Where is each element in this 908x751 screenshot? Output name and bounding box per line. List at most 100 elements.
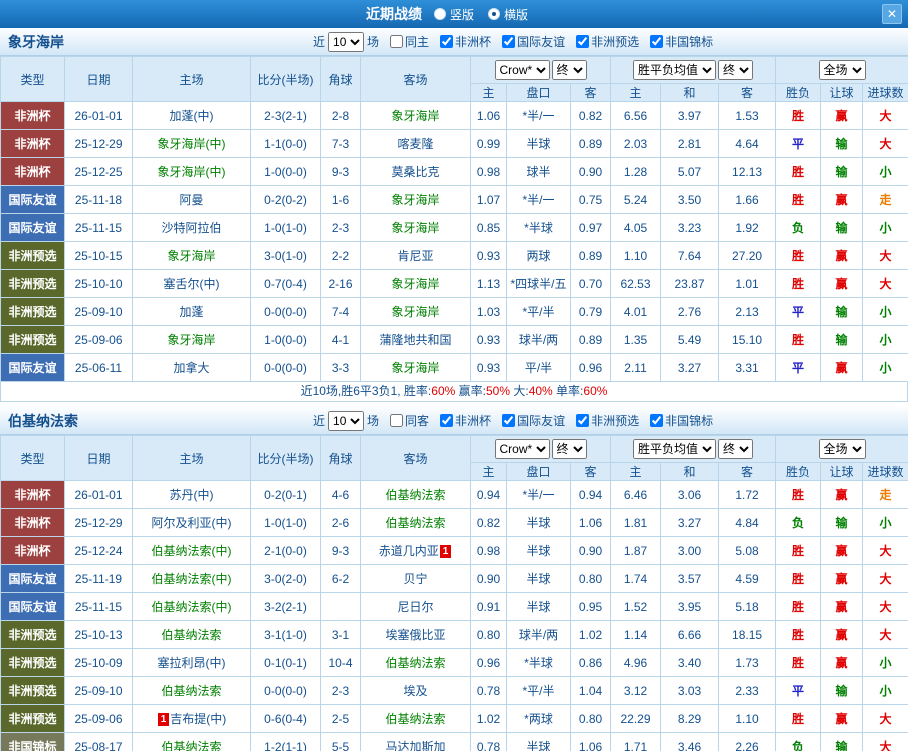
team-name: 加拿大: [173, 361, 210, 375]
avg-select[interactable]: 胜平负均值: [633, 439, 717, 459]
goals-result: 走: [862, 185, 908, 214]
score[interactable]: 1-2(1-1): [250, 732, 321, 751]
scope-select[interactable]: 全场: [818, 60, 866, 80]
competition-filter[interactable]: 国际友谊: [502, 33, 565, 50]
home-team[interactable]: 加拿大: [132, 353, 251, 382]
home-team[interactable]: 伯基纳法索(中): [132, 592, 251, 621]
score[interactable]: 1-0(0-0): [250, 325, 321, 354]
home-team[interactable]: 阿尔及利亚(中): [132, 508, 251, 537]
score[interactable]: 1-0(1-0): [250, 213, 321, 242]
score[interactable]: 0-1(0-1): [250, 648, 321, 677]
score[interactable]: 3-1(1-0): [250, 620, 321, 649]
avg-select[interactable]: 胜平负均值: [633, 60, 717, 80]
score[interactable]: 0-2(0-1): [250, 480, 321, 509]
score[interactable]: 3-0(2-0): [250, 564, 321, 593]
score[interactable]: 2-1(0-0): [250, 536, 321, 565]
competition-filter[interactable]: 非国锦标: [650, 33, 713, 50]
score[interactable]: 0-7(0-4): [250, 269, 321, 298]
away-team[interactable]: 象牙海岸: [360, 353, 471, 382]
score[interactable]: 0-0(0-0): [250, 297, 321, 326]
score[interactable]: 0-0(0-0): [250, 676, 321, 705]
away-team[interactable]: 贝宁: [360, 564, 471, 593]
competition-checkbox[interactable]: [502, 414, 516, 427]
score[interactable]: 1-0(0-0): [250, 157, 321, 186]
odds-final-select[interactable]: 终: [551, 60, 587, 80]
competition-checkbox[interactable]: [440, 414, 454, 427]
same-venue-checkbox[interactable]: [390, 414, 404, 427]
away-team[interactable]: 伯基纳法索: [360, 704, 471, 733]
away-team[interactable]: 象牙海岸: [360, 213, 471, 242]
away-team[interactable]: 尼日尔: [360, 592, 471, 621]
competition-filter[interactable]: 非洲预选: [576, 33, 639, 50]
home-team[interactable]: 1 吉布提(中): [132, 704, 251, 733]
home-team[interactable]: 塞舌尔(中): [132, 269, 251, 298]
scope-select[interactable]: 全场: [818, 439, 866, 459]
competition-filter[interactable]: 非国锦标: [650, 412, 713, 429]
score[interactable]: 0-6(0-4): [250, 704, 321, 733]
away-team[interactable]: 喀麦隆: [360, 129, 471, 158]
away-team[interactable]: 莫桑比克: [360, 157, 471, 186]
home-team[interactable]: 象牙海岸(中): [132, 157, 251, 186]
away-team[interactable]: 伯基纳法索: [360, 508, 471, 537]
competition-checkbox[interactable]: [650, 414, 664, 427]
home-team[interactable]: 伯基纳法索: [132, 620, 251, 649]
competition-filter[interactable]: 非洲预选: [576, 412, 639, 429]
away-team[interactable]: 象牙海岸: [360, 185, 471, 214]
score[interactable]: 2-3(2-1): [250, 101, 321, 130]
home-team[interactable]: 沙特阿拉伯: [132, 213, 251, 242]
layout-radio-vertical[interactable]: 竖版: [433, 6, 474, 23]
competition-checkbox[interactable]: [502, 35, 516, 48]
close-icon[interactable]: ✕: [882, 4, 902, 24]
corner-count: 2-8: [320, 101, 361, 130]
away-team[interactable]: 肯尼亚: [360, 241, 471, 270]
away-team[interactable]: 象牙海岸: [360, 101, 471, 130]
away-team[interactable]: 蒲隆地共和国: [360, 325, 471, 354]
match-count-select[interactable]: 10: [328, 410, 365, 431]
odds-source-select[interactable]: Crow*: [494, 60, 550, 80]
away-team[interactable]: 赤道几内亚 1: [360, 536, 471, 565]
away-team[interactable]: 象牙海岸: [360, 297, 471, 326]
away-team[interactable]: 伯基纳法索: [360, 648, 471, 677]
home-team[interactable]: 象牙海岸: [132, 325, 251, 354]
odds-final-select[interactable]: 终: [551, 439, 587, 459]
score[interactable]: 0-0(0-0): [250, 353, 321, 382]
same-venue-checkbox[interactable]: [390, 35, 404, 48]
score[interactable]: 1-0(1-0): [250, 508, 321, 537]
odds-source-select[interactable]: Crow*: [494, 439, 550, 459]
home-team[interactable]: 加蓬: [132, 297, 251, 326]
home-team[interactable]: 象牙海岸: [132, 241, 251, 270]
avg-final-select[interactable]: 终: [718, 439, 754, 459]
score[interactable]: 3-0(1-0): [250, 241, 321, 270]
home-team[interactable]: 伯基纳法索: [132, 676, 251, 705]
home-team[interactable]: 伯基纳法索: [132, 732, 251, 751]
avg-final-select[interactable]: 终: [718, 60, 754, 80]
home-team[interactable]: 伯基纳法索(中): [132, 564, 251, 593]
competition-filter[interactable]: 非洲杯: [440, 412, 491, 429]
competition-filter[interactable]: 非洲杯: [440, 33, 491, 50]
away-team[interactable]: 埃塞俄比亚: [360, 620, 471, 649]
home-team[interactable]: 苏丹(中): [132, 480, 251, 509]
same-venue-filter[interactable]: 同客: [390, 412, 429, 429]
competition-checkbox[interactable]: [576, 414, 590, 427]
competition-checkbox[interactable]: [650, 35, 664, 48]
layout-radio-horizontal[interactable]: 横版: [488, 6, 528, 23]
team-name: 象牙海岸: [391, 109, 440, 123]
home-team[interactable]: 象牙海岸(中): [132, 129, 251, 158]
home-team[interactable]: 塞拉利昂(中): [132, 648, 251, 677]
home-team[interactable]: 加蓬(中): [132, 101, 251, 130]
competition-checkbox[interactable]: [440, 35, 454, 48]
competition-checkbox[interactable]: [576, 35, 590, 48]
score[interactable]: 1-1(0-0): [250, 129, 321, 158]
away-team[interactable]: 象牙海岸: [360, 269, 471, 298]
same-venue-filter[interactable]: 同主: [390, 33, 429, 50]
score[interactable]: 3-2(2-1): [250, 592, 321, 621]
away-team[interactable]: 马达加斯加: [360, 732, 471, 751]
competition-filter[interactable]: 国际友谊: [502, 412, 565, 429]
home-team[interactable]: 阿曼: [132, 185, 251, 214]
match-count-select[interactable]: 10: [328, 31, 365, 52]
games-label: 场: [367, 35, 380, 49]
home-team[interactable]: 伯基纳法索(中): [132, 536, 251, 565]
away-team[interactable]: 伯基纳法索: [360, 480, 471, 509]
away-team[interactable]: 埃及: [360, 676, 471, 705]
score[interactable]: 0-2(0-2): [250, 185, 321, 214]
